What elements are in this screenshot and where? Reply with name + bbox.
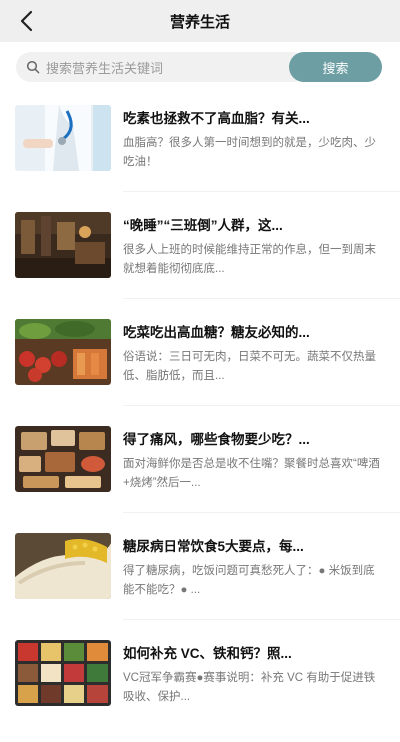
article-title: 吃素也拯救不了高血脂？有关... [123, 111, 310, 126]
page-title: 营养生活 [169, 13, 230, 31]
top-bar: 营养生活 [0, 0, 400, 42]
article-thumbnail [15, 105, 111, 171]
list-item[interactable]: 如何补充 VC、铁和钙？照... VC冠军争霸赛●赛事说明：补充 VC 有助于促… [0, 635, 400, 742]
search-input[interactable]: 搜索营养生活关键词 [16, 52, 308, 82]
article-title: 如何补充 VC、铁和钙？照... [123, 646, 292, 661]
article-title: 得了痛风，哪些食物要少吃？... [123, 432, 310, 447]
article-summary: 得了糖尿病，吃饭问题可真愁死人了：● 米饭到底能不能吃？● ... [123, 565, 375, 596]
divider [123, 512, 400, 513]
search-bar: 搜索营养生活关键词 搜索 [0, 50, 400, 86]
article-thumbnail [15, 640, 111, 706]
article-summary: 俗语说：三日可无肉，日菜不可无。蔬菜不仅热量低、脂肪低，而且... [123, 351, 376, 382]
article-summary: 面对海鲜你是否总是收不住嘴？聚餐时总喜欢“啤酒+烧烤”然后一... [123, 458, 380, 489]
article-title: 糖尿病日常饮食5大要点，每... [123, 539, 304, 554]
article-thumbnail [15, 319, 111, 385]
divider [123, 405, 400, 406]
article-summary: VC冠军争霸赛●赛事说明：补充 VC 有助于促进铁吸收、保护... [123, 672, 376, 703]
divider [123, 298, 400, 299]
article-thumbnail [15, 426, 111, 492]
article-thumbnail [15, 212, 111, 278]
list-item[interactable]: 吃素也拯救不了高血脂？有关... 血脂高？很多人第一时间想到的就是，少吃肉、少吃… [0, 100, 400, 207]
list-item[interactable]: “晚睡”“三班倒”人群，这... 很多人上班的时候能维持正常的作息，但一到周末就… [0, 207, 400, 314]
article-summary: 血脂高？很多人第一时间想到的就是，少吃肉、少吃油！ [123, 137, 376, 168]
chevron-left-icon [20, 10, 33, 32]
back-button[interactable] [14, 8, 40, 34]
article-thumbnail [15, 533, 111, 599]
list-item[interactable]: 吃菜吃出高血糖？糖友必知的... 俗语说：三日可无肉，日菜不可无。蔬菜不仅热量低… [0, 314, 400, 421]
list-item[interactable]: 得了痛风，哪些食物要少吃？... 面对海鲜你是否总是收不住嘴？聚餐时总喜欢“啤酒… [0, 421, 400, 528]
divider [123, 619, 400, 620]
search-placeholder: 搜索营养生活关键词 [46, 60, 164, 76]
article-title: 吃菜吃出高血糖？糖友必知的... [123, 325, 310, 340]
search-icon [26, 60, 40, 74]
article-summary: 很多人上班的时候能维持正常的作息，但一到周末就想着能彻彻底底... [123, 244, 376, 275]
list-item[interactable]: 糖尿病日常饮食5大要点，每... 得了糖尿病，吃饭问题可真愁死人了：● 米饭到底… [0, 528, 400, 635]
article-title: “晚睡”“三班倒”人群，这... [123, 218, 283, 233]
article-list: 吃素也拯救不了高血脂？有关... 血脂高？很多人第一时间想到的就是，少吃肉、少吃… [0, 100, 400, 742]
search-button[interactable]: 搜索 [289, 52, 382, 82]
divider [123, 191, 400, 192]
